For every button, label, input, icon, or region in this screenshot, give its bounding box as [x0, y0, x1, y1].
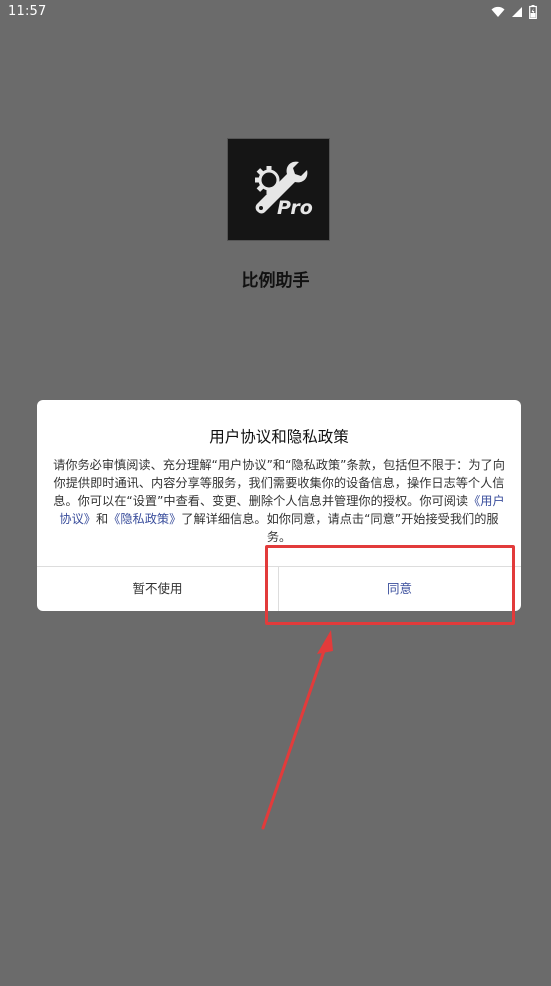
- annotation-arrow-icon: [261, 630, 333, 830]
